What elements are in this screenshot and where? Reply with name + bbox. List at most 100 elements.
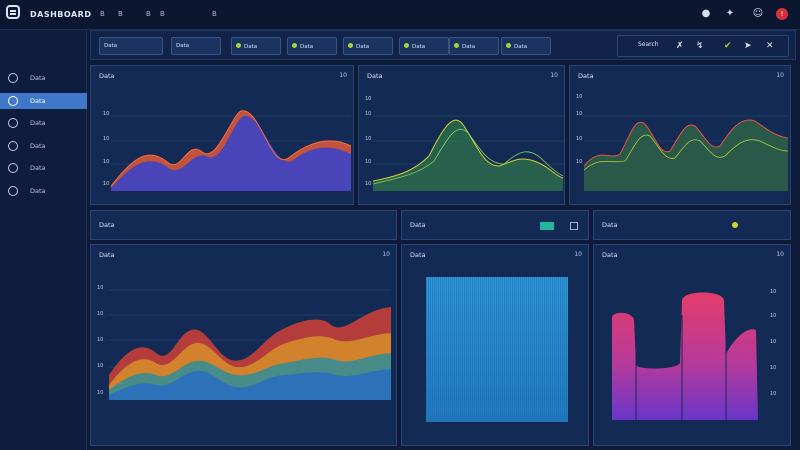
top-menu-item-3[interactable]: B [146,10,151,18]
status-dot-icon [348,43,353,48]
notification-icon[interactable]: ● [700,8,712,20]
settings-icon[interactable]: ✦ [724,8,736,20]
section-header-2: Data [401,210,589,240]
toolbar-button-3[interactable]: Data [231,37,281,55]
chart-panel-1: Data 10 10 10 10 10 [90,65,354,205]
toolbar-button-2[interactable]: Data [171,37,221,55]
top-menu-item-1[interactable]: B [100,10,105,18]
sidebar-item-1[interactable]: Data [0,70,87,86]
y-tick: 10 [97,390,104,396]
chart-panel-6: Data 10 10 10 10 10 10 [593,244,791,446]
toolbar-button-label: Data [104,43,118,49]
check-icon[interactable]: ✔ [724,41,732,51]
chart-panel-3: Data 10 10 10 10 10 [569,65,791,205]
y-tick: 10 [97,311,104,317]
toolbar-button-label: Data [244,44,258,50]
area-chart-1 [110,110,352,191]
sidebar-item-5[interactable]: Data [0,160,87,176]
area-chart-2 [372,115,564,191]
chart-panel-4: Data 10 10 10 10 10 10 [90,244,397,446]
sidebar-item-3[interactable]: Data [0,115,87,131]
toolbar-button-label: Data [462,44,476,50]
top-menu-item-4[interactable]: B [160,10,165,18]
sidebar-item-label: Data [30,187,46,195]
status-dot-icon [732,222,738,228]
chart-icon [8,73,18,83]
expand-icon[interactable] [570,222,578,230]
y-tick: 10 [576,94,583,100]
filter-icon[interactable]: ↯ [696,41,704,51]
search-label[interactable]: Search [638,41,659,48]
y-tick: 10 [576,136,583,142]
toolbar-button-label: Data [356,44,370,50]
y-tick: 10 [365,136,372,142]
alert-icon[interactable]: ! [776,8,788,20]
y-tick: 10 [770,365,777,371]
section-header-1: Data [90,210,397,240]
y-tick: 10 [97,285,104,291]
toolbar-button-label: Data [412,44,426,50]
dashboard-icon [8,96,18,106]
gear-icon [8,186,18,196]
stacked-area-chart [109,289,391,400]
status-dot-icon [404,43,409,48]
clock-icon [8,141,18,151]
y-tick: 10 [103,159,110,165]
chart-panel-5: Data 10 [401,244,589,446]
app-brand: DASHBOARD [30,10,92,19]
density-bar-chart [426,277,568,422]
toolbar-button-7[interactable]: Data [449,37,499,55]
status-dot-icon [454,43,459,48]
toolbar: Data Data Data Data Data Data Data Data … [90,30,796,60]
pin-icon[interactable]: ✗ [676,41,684,51]
section-header-3: Data [593,210,791,240]
y-tick: 10 [97,337,104,343]
y-tick: 10 [770,391,777,397]
top-menu-item-5[interactable]: B [212,10,217,18]
y-tick: 10 [576,159,583,165]
sidebar-item-label: Data [30,97,46,105]
y-tick: 10 [770,313,777,319]
toolbar-button-8[interactable]: Data [501,37,551,55]
toolbar-button-1[interactable]: Data [99,37,163,55]
section-title: Data [602,221,618,229]
toolbar-button-label: Data [300,44,314,50]
sidebar-item-label: Data [30,164,46,172]
status-dot-icon [506,43,511,48]
top-bar: DASHBOARD B B B B B ● ✦ ☺ ! [0,0,800,30]
toolbar-button-4[interactable]: Data [287,37,337,55]
status-dot-icon [236,43,241,48]
section-title: Data [99,221,115,229]
user-icon [8,163,18,173]
share-icon[interactable]: ➤ [744,41,752,51]
y-tick: 10 [576,111,583,117]
area-chart-3 [583,115,789,191]
sidebar-item-label: Data [30,119,46,127]
sidebar-item-label: Data [30,142,46,150]
toolbar-button-label: Data [514,44,528,50]
sidebar-item-4[interactable]: Data [0,138,87,154]
toolbar-button-5[interactable]: Data [343,37,393,55]
sidebar-item-label: Data [30,74,46,82]
y-tick: 10 [365,181,372,187]
top-menu-item-2[interactable]: B [118,10,123,18]
globe-icon [8,118,18,128]
y-tick: 10 [97,363,104,369]
bar-area-chart [612,292,758,420]
status-dot-icon [292,43,297,48]
user-icon[interactable]: ☺ [752,8,764,20]
sidebar: Data Data Data Data Data Data [0,30,87,450]
sidebar-item-2[interactable]: Data [0,93,87,109]
y-tick: 10 [770,339,777,345]
y-tick: 10 [365,96,372,102]
toolbar-button-6[interactable]: Data [399,37,449,55]
toolbar-icon-group: Search ✗ ↯ ✔ ➤ ✕ [617,35,789,57]
y-tick: 10 [103,111,110,117]
sidebar-item-6[interactable]: Data [0,183,87,199]
y-tick: 10 [365,111,372,117]
section-title: Data [410,221,426,229]
y-tick: 10 [103,181,110,187]
y-tick: 10 [103,136,110,142]
y-tick: 10 [770,289,777,295]
close-icon[interactable]: ✕ [766,41,774,51]
